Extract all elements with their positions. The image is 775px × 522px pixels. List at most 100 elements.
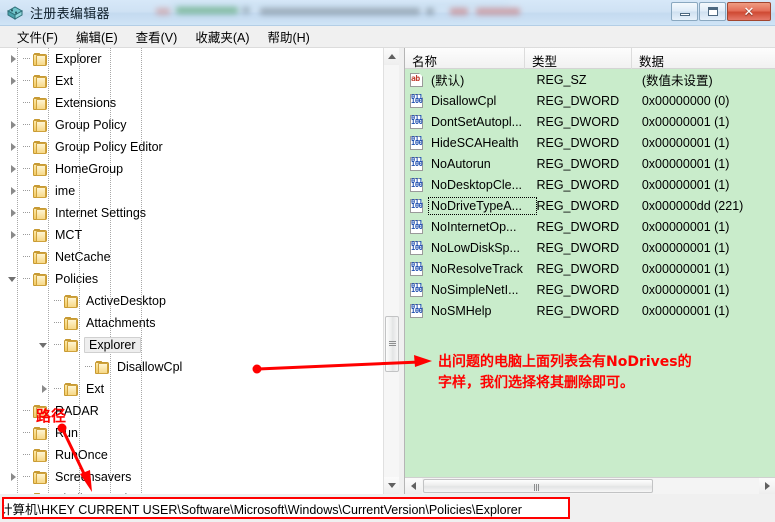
tree-item[interactable]: MCT xyxy=(0,224,383,246)
tree-connector xyxy=(21,48,33,70)
folder-icon xyxy=(33,118,48,132)
tree-connector xyxy=(52,290,64,312)
cell-value-data: 0x00000001 (1) xyxy=(641,219,730,234)
menu-item-edit[interactable]: 编辑(E) xyxy=(67,25,127,48)
tree-item-label: Group Policy xyxy=(55,118,127,132)
column-header-data[interactable]: 数据 xyxy=(632,48,775,69)
folder-icon xyxy=(33,96,48,110)
tree-item[interactable]: RunOnce xyxy=(0,444,383,466)
column-header-name[interactable]: 名称 xyxy=(405,48,525,69)
expand-triangle-icon[interactable] xyxy=(39,384,50,395)
tree-item[interactable]: Explorer xyxy=(0,48,383,70)
tree-item[interactable]: NetCache xyxy=(0,246,383,268)
title-bar: 注册表编辑器 ✕ xyxy=(0,0,775,26)
tree-item[interactable]: ime xyxy=(0,180,383,202)
table-row[interactable]: 011 100 HideSCAHealth REG_DWORD 0x00000001 (… xyxy=(405,132,775,153)
chevron-up-icon xyxy=(388,54,396,59)
status-path-box: 计算机\HKEY CURRENT USER\Software\Microsoft… xyxy=(2,497,570,519)
folder-icon xyxy=(33,470,48,484)
scroll-right-button[interactable] xyxy=(759,478,775,494)
folder-icon xyxy=(33,140,48,154)
tree-item[interactable]: Ext xyxy=(0,70,383,92)
cell-value-name: NoResolveTrack xyxy=(431,261,523,276)
maximize-button[interactable] xyxy=(699,2,726,21)
tree-item-label: ActiveDesktop xyxy=(86,294,166,308)
menu-item-file[interactable]: 文件(F) xyxy=(8,25,67,48)
table-row[interactable]: 011 100 NoResolveTrack REG_DWORD 0x00000001 … xyxy=(405,258,775,279)
table-row[interactable]: 011 100 DontSetAutopl... REG_DWORD 0x0000000… xyxy=(405,111,775,132)
dword-value-icon: 011 100 xyxy=(410,219,425,234)
collapse-triangle-icon[interactable] xyxy=(8,274,19,285)
tree-item[interactable]: Extensions xyxy=(0,92,383,114)
cell-value-data: 0x00000001 (1) xyxy=(641,261,730,276)
scroll-thumb[interactable] xyxy=(385,316,399,372)
tree-item[interactable]: Internet Settings xyxy=(0,202,383,224)
scroll-down-button[interactable] xyxy=(384,477,399,494)
minimize-button[interactable] xyxy=(671,2,698,21)
cell-value-name: DisallowCpl xyxy=(431,93,497,108)
tree-item[interactable]: Attachments xyxy=(0,312,383,334)
scroll-up-button[interactable] xyxy=(384,48,399,65)
tree-vertical-scrollbar[interactable] xyxy=(383,48,399,494)
hscroll-thumb[interactable] xyxy=(423,479,653,493)
dword-value-icon: 011 100 xyxy=(410,240,425,255)
window-title: 注册表编辑器 xyxy=(30,6,110,21)
table-row[interactable]: 011 100 NoInternetOp... REG_DWORD 0x00000001… xyxy=(405,216,775,237)
close-button[interactable]: ✕ xyxy=(727,2,771,21)
table-row[interactable]: ab (默认) REG_SZ (数值未设置) xyxy=(405,69,775,90)
tree-connector xyxy=(21,422,33,444)
tree-item-label: NetCache xyxy=(55,250,111,264)
table-row[interactable]: 011 100 NoSMHelp REG_DWORD 0x00000001 (1) xyxy=(405,300,775,321)
expand-triangle-icon[interactable] xyxy=(8,186,19,197)
tree-item[interactable]: Group Policy xyxy=(0,114,383,136)
cell-value-name: NoSimpleNetI... xyxy=(431,282,519,297)
expand-triangle-icon[interactable] xyxy=(8,142,19,153)
expand-triangle-icon[interactable] xyxy=(8,120,19,131)
registry-tree-pane[interactable]: Explorer Ext Extensions Group Policy Group P… xyxy=(0,48,399,494)
tree-connector xyxy=(21,136,33,158)
table-row[interactable]: 011 100 NoAutorun REG_DWORD 0x00000001 (1) xyxy=(405,153,775,174)
expand-triangle-icon[interactable] xyxy=(8,54,19,65)
expand-triangle-icon[interactable] xyxy=(8,208,19,219)
tree-item-label: HomeGroup xyxy=(55,162,124,176)
tree-item[interactable]: Policies xyxy=(0,268,383,290)
expand-triangle-icon[interactable] xyxy=(8,472,19,483)
tree-item[interactable]: DisallowCpl xyxy=(0,356,383,378)
dword-value-icon: 011 100 xyxy=(410,156,425,171)
tree-item-label: ime xyxy=(55,184,76,198)
table-row[interactable]: 011 100 DisallowCpl REG_DWORD 0x00000000 (0) xyxy=(405,90,775,111)
folder-icon xyxy=(33,272,48,286)
tree-item[interactable]: Ext xyxy=(0,378,383,400)
tree-item-label: Internet Settings xyxy=(55,206,147,220)
table-row[interactable]: 011 100 NoDesktopCle... REG_DWORD 0x00000001… xyxy=(405,174,775,195)
expand-triangle-icon[interactable] xyxy=(8,164,19,175)
expand-triangle-icon[interactable] xyxy=(8,76,19,87)
menu-item-favorites[interactable]: 收藏夹(A) xyxy=(186,25,258,48)
registry-tree[interactable]: Explorer Ext Extensions Group Policy Group P… xyxy=(0,48,383,494)
table-row[interactable]: 011 100 NoLowDiskSp... REG_DWORD 0x00000001 … xyxy=(405,237,775,258)
table-row[interactable]: 011 100 NoDriveTypeA... REG_DWORD 0x000000dd… xyxy=(405,195,775,216)
column-header-type[interactable]: 类型 xyxy=(525,48,632,69)
menu-item-help[interactable]: 帮助(H) xyxy=(258,25,318,48)
table-row[interactable]: 011 100 NoSimpleNetI... REG_DWORD 0x00000001… xyxy=(405,279,775,300)
menu-item-view[interactable]: 查看(V) xyxy=(127,25,187,48)
menu-bar: 文件(F) 编辑(E) 查看(V) 收藏夹(A) 帮助(H) xyxy=(0,26,775,48)
title-bar-left: 注册表编辑器 xyxy=(6,3,110,22)
tree-item[interactable]: Explorer xyxy=(0,334,383,356)
tree-item[interactable]: Group Policy Editor xyxy=(0,136,383,158)
scroll-left-button[interactable] xyxy=(405,478,422,494)
expand-triangle-icon[interactable] xyxy=(8,230,19,241)
tree-item[interactable]: HomeGroup xyxy=(0,158,383,180)
tree-item[interactable]: ActiveDesktop xyxy=(0,290,383,312)
listview-horizontal-scrollbar[interactable] xyxy=(405,477,775,494)
cell-value-type: REG_DWORD xyxy=(536,135,620,150)
tree-item[interactable]: Screensavers xyxy=(0,466,383,488)
collapse-triangle-icon[interactable] xyxy=(39,340,50,351)
registry-values-pane[interactable]: 名称 类型 数据 ab (默认) REG_SZ (数值未设置) 011 100 Disall… xyxy=(404,48,775,494)
minimize-icon xyxy=(680,13,690,16)
listview-rows[interactable]: ab (默认) REG_SZ (数值未设置) 011 100 DisallowCpl REG_… xyxy=(405,69,775,473)
